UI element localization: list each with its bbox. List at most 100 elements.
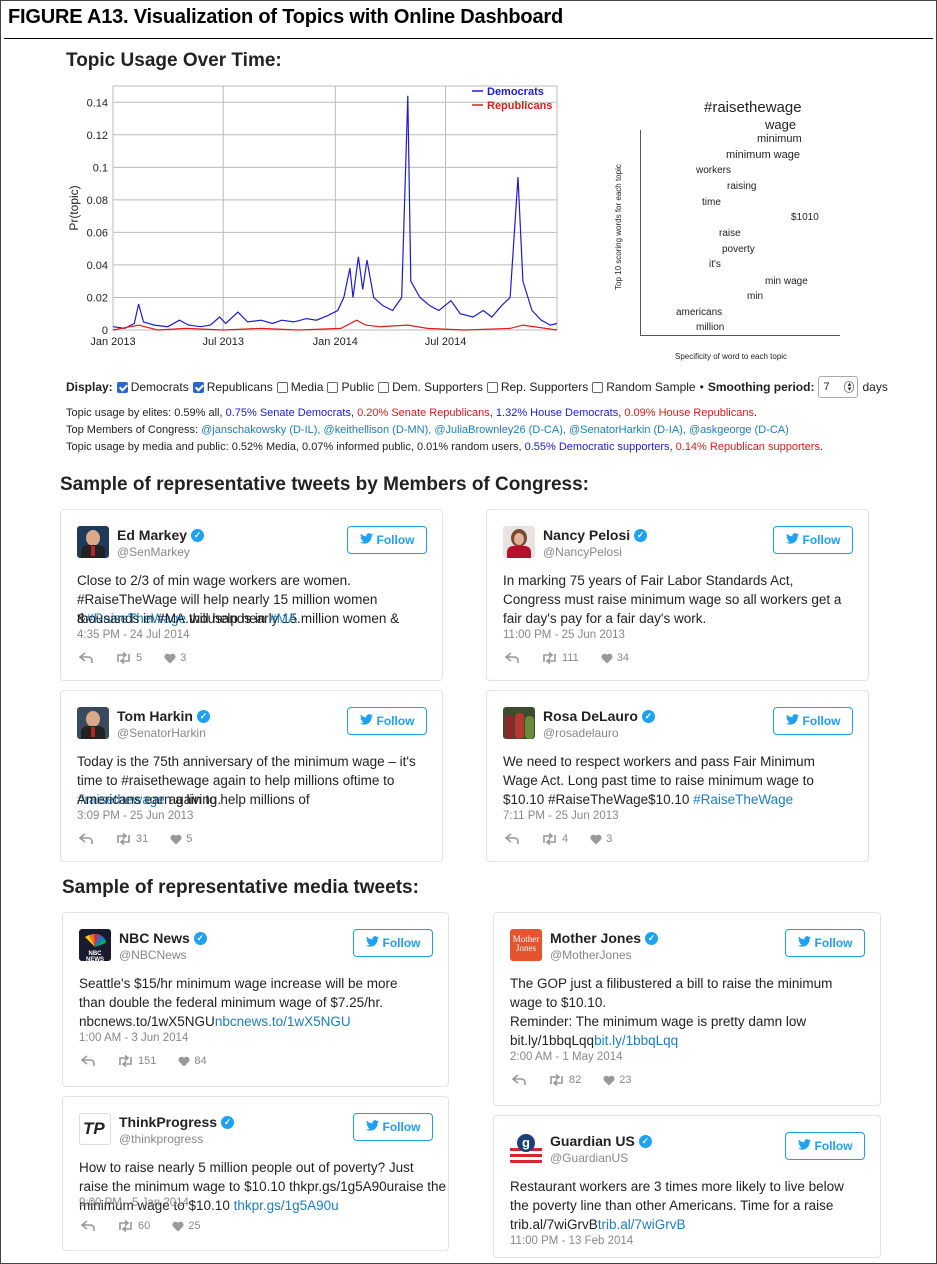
reply-button[interactable] [81, 1220, 95, 1232]
heart-icon [601, 653, 613, 663]
reply-button[interactable] [79, 833, 93, 845]
tweet-link[interactable]: nbcnews.to/1wX5NGU [215, 1014, 351, 1029]
spinner-icon[interactable]: ▴ ▾ [844, 381, 855, 393]
retweet-icon [543, 833, 556, 845]
checkbox-random-sample[interactable] [592, 381, 604, 393]
heart-icon [178, 1056, 190, 1066]
house-dem-stat: 1.32% House Democrats [495, 407, 619, 419]
option-label: Democrats [130, 380, 189, 394]
tweet-text-line: How to raise nearly 5 million people out… [79, 1160, 414, 1175]
reply-icon [79, 652, 93, 663]
cloud-word: minimum wage [726, 149, 800, 161]
reply-button[interactable] [512, 1074, 526, 1086]
checkbox-rep-supporters[interactable] [486, 381, 498, 393]
follow-button[interactable]: Follow [347, 707, 427, 735]
top-members-links[interactable]: @janschakowsky (D-IL), @keithellison (D-… [201, 424, 789, 436]
follow-button[interactable]: Follow [785, 1132, 865, 1160]
heart-icon [164, 653, 176, 663]
tweet-link[interactable]: trib.al/7wiGrvB [598, 1217, 686, 1232]
tweet-link[interactable]: bit.ly/1bbqLqq [594, 1033, 678, 1048]
like-button[interactable]: 25 [172, 1220, 201, 1232]
retweet-icon [550, 1074, 563, 1086]
verified-badge-icon: ✓ [634, 528, 648, 542]
verified-badge-icon: ✓ [221, 1115, 235, 1129]
like-count: 34 [616, 652, 629, 664]
retweet-button[interactable]: 31 [115, 833, 148, 845]
display-option[interactable]: Democrats [116, 380, 189, 394]
account-handle: @NBCNews [119, 948, 187, 962]
follow-button[interactable]: Follow [353, 929, 433, 957]
like-button[interactable]: 3 [590, 833, 612, 845]
twitter-bird-icon [785, 533, 799, 547]
option-label: Republicans [206, 380, 273, 394]
retweet-button[interactable]: 5 [115, 652, 142, 664]
rep-supporters-stat: 0.14% Republican supporters [675, 441, 820, 453]
follow-button[interactable]: Follow [773, 526, 853, 554]
tweet-actions: 111 34 [505, 652, 645, 664]
retweet-button[interactable]: 60 [117, 1220, 150, 1232]
display-option[interactable]: Republicans [192, 380, 273, 394]
like-button[interactable]: 23 [603, 1074, 632, 1086]
follow-button[interactable]: Follow [353, 1113, 433, 1141]
checkbox-democrats[interactable] [116, 381, 128, 393]
checkbox-republicans[interactable] [192, 381, 204, 393]
verified-badge-icon: ✓ [193, 931, 207, 945]
verified-badge-icon: ✓ [645, 931, 659, 945]
reply-button[interactable] [79, 652, 93, 664]
reply-button[interactable] [81, 1055, 95, 1067]
retweet-count: 5 [136, 652, 143, 664]
display-option[interactable]: Dem. Supporters [378, 380, 483, 394]
option-label: Media [290, 380, 324, 394]
retweet-count: 82 [569, 1074, 582, 1086]
tweet-card: Tom Harkin ✓ @SenatorHarkin Follow Today is … [60, 690, 443, 862]
display-option[interactable]: Random Sample [592, 380, 696, 394]
account-name-text: Tom Harkin [117, 708, 193, 724]
verified-badge-icon: ✓ [638, 1134, 652, 1148]
tweet-link[interactable]: #MA [269, 611, 297, 626]
display-option[interactable]: Public [327, 380, 374, 394]
follow-label: Follow [382, 936, 421, 950]
like-button[interactable]: 5 [170, 833, 192, 845]
follow-button[interactable]: Follow [773, 707, 853, 735]
tweet-card: Nancy Pelosi ✓ @NancyPelosi Follow In markin… [486, 509, 869, 681]
tweet-card: Ed Markey ✓ @SenMarkey Follow Close to 2/3 o… [60, 509, 443, 681]
retweet-icon [543, 652, 556, 664]
tweet-timestamp: 3:09 PM - 25 Jun 2013 [77, 810, 194, 822]
retweet-button[interactable]: 82 [548, 1074, 581, 1086]
tweet-timestamp: 9:00 PM - 5 Jan 2014 [79, 1197, 189, 1209]
account-name: Ed Markey ✓ [117, 527, 205, 543]
follow-label: Follow [382, 1120, 421, 1134]
tweet-text-line: the poverty line than other Americans. T… [510, 1198, 834, 1213]
like-button[interactable]: 3 [164, 652, 186, 664]
tweet-actions: 82 23 [512, 1074, 648, 1086]
tweet-text-line: than double the federal minimum wage of … [79, 995, 383, 1010]
like-button[interactable]: 34 [601, 652, 629, 664]
reply-button[interactable] [505, 833, 519, 845]
retweet-button[interactable]: 111 [541, 652, 579, 664]
cloud-x-axis [640, 335, 840, 336]
checkbox-dem-supporters[interactable] [378, 381, 390, 393]
tweet-text-line: wage to $10.10. [510, 995, 607, 1010]
avatar: TP [79, 1113, 111, 1145]
tweet-actions: 53 [79, 652, 202, 664]
twitter-bird-icon [785, 714, 799, 728]
follow-button[interactable]: Follow [347, 526, 427, 554]
display-option[interactable]: Rep. Supporters [486, 380, 588, 394]
account-name: ThinkProgress ✓ [119, 1114, 235, 1130]
smoothing-period-input[interactable]: 7 ▴ ▾ [818, 376, 859, 398]
display-option[interactable]: Media [276, 380, 324, 394]
checkbox-public[interactable] [327, 381, 339, 393]
retweet-button[interactable]: 4 [541, 833, 568, 845]
reply-button[interactable] [505, 652, 519, 664]
retweet-button[interactable]: 151 [117, 1055, 156, 1067]
y-tick-label: 0.14 [87, 97, 108, 109]
topic-usage-chart: Jan 2013 Jul 2013 Jan 2014 Jul 2014 0 0.02 0.0… [67, 85, 558, 348]
tweet-card: Mother Jones Mother Jones ✓ @MotherJones Foll… [493, 912, 881, 1106]
media-usage-prefix: Topic usage by media and public: 0.52% M… [66, 441, 525, 453]
legend-label: Republicans [487, 100, 552, 112]
like-button[interactable]: 84 [178, 1055, 207, 1067]
tweet-link[interactable]: thkpr.gs/1g5A90u [234, 1198, 339, 1213]
follow-button[interactable]: Follow [785, 929, 865, 957]
tweet-link[interactable]: #RaiseTheWage [693, 792, 793, 807]
checkbox-media[interactable] [276, 381, 288, 393]
